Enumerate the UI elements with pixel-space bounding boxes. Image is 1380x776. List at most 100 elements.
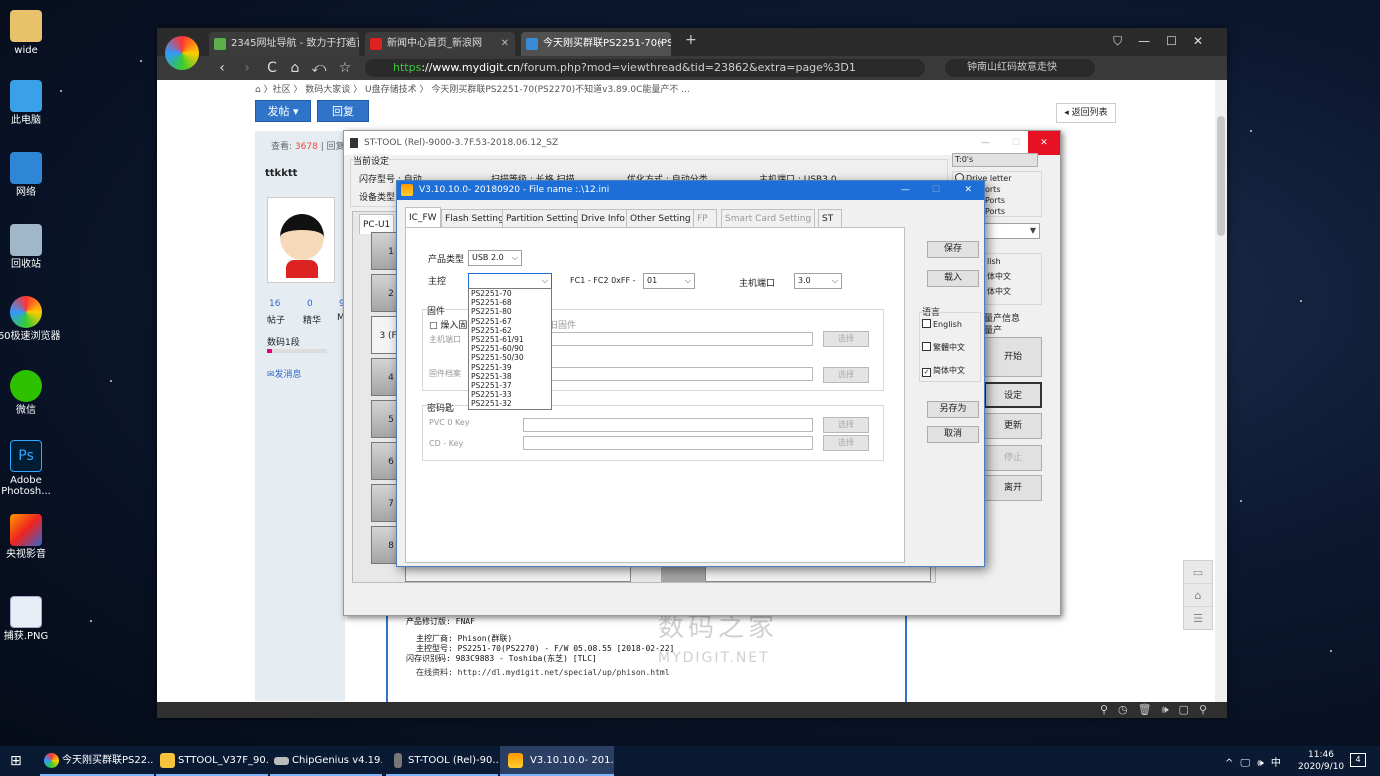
username[interactable]: ttkktt <box>265 168 297 179</box>
controller-option[interactable]: PS2251-50/30 <box>471 353 551 362</box>
select-fw-file-button[interactable]: 选择 <box>823 367 869 383</box>
lang-option[interactable]: lish <box>987 254 1041 269</box>
fc-select[interactable]: 01 ⌵ <box>643 273 695 289</box>
load-firmware-checkbox[interactable]: □ 燥入固 <box>429 318 467 331</box>
save-as-button[interactable]: 另存为 <box>927 401 979 418</box>
search-input[interactable]: 钟南山红码故意走快 <box>945 59 1095 77</box>
desktop-icon-wechat[interactable]: 微信 <box>0 370 62 416</box>
minimize-button[interactable]: — <box>981 131 990 155</box>
host-port-select[interactable]: 3.0 ⌵ <box>794 273 842 289</box>
tab-st[interactable]: ST <box>818 209 842 227</box>
controller-option[interactable]: PS2251-33 <box>471 390 551 399</box>
tab-mydigit[interactable]: 今天刚买群联PS2251-70(PS2 ✕ <box>521 32 671 56</box>
product-type-select[interactable]: USB 2.0 ⌵ <box>468 250 522 266</box>
controller-option[interactable]: PS2251-39 <box>471 363 551 372</box>
taskbar-item-chipgenius[interactable]: ChipGenius v4.19.... <box>270 746 382 776</box>
controller-option[interactable]: PS2251-70 <box>471 289 551 298</box>
sttool-dropdown[interactable]: ▼ <box>984 223 1040 239</box>
traditional-chinese-checkbox[interactable]: 繁體中文 <box>922 336 980 359</box>
close-icon[interactable]: ✕ <box>345 32 353 56</box>
system-tray[interactable]: ^ 🖵 🕪 中 <box>1225 754 1283 769</box>
back-to-list-button[interactable]: ◂ 返回列表 <box>1056 103 1116 123</box>
minimize-button[interactable]: — <box>1138 34 1166 48</box>
select-cd-key-button[interactable]: 选择 <box>823 435 869 451</box>
save-button[interactable]: 保存 <box>927 241 979 258</box>
desktop-icon-recycle-bin[interactable]: 回收站 <box>0 224 62 270</box>
minimize-button[interactable]: — <box>901 181 910 200</box>
controller-option[interactable]: PS2251-38 <box>471 372 551 381</box>
controller-option[interactable]: PS2251-61/91 <box>471 335 551 344</box>
desktop-icon-360-browser[interactable]: 360极速浏览器 <box>0 296 62 342</box>
tab-pc-u1[interactable]: PC-U1 <box>359 214 395 234</box>
lang-option[interactable]: 体中文 <box>987 269 1041 284</box>
taskbar-item-browser[interactable]: 今天刚买群联PS22... <box>40 746 154 776</box>
status-icons[interactable]: ⚲◷🗑🕪▢⚲ <box>1100 703 1217 716</box>
controller-option[interactable]: PS2251-67 <box>471 317 551 326</box>
tab-drive-info[interactable]: Drive Info <box>577 209 629 227</box>
taskbar-item-sttool-folder[interactable]: STTOOL_V37F_90... <box>156 746 268 776</box>
desktop-icon-cctv[interactable]: 央视影音 <box>0 514 62 560</box>
tab-sina[interactable]: 新闻中心首页_新浪网 ✕ <box>365 32 515 56</box>
lang-option[interactable]: 体中文 <box>987 284 1041 299</box>
pvc-key-field[interactable] <box>523 418 813 432</box>
tab-ic-fw[interactable]: IC_FW <box>405 207 441 227</box>
windows-start-icon[interactable]: ⊞ <box>10 753 22 769</box>
close-icon[interactable]: ✕ <box>657 32 665 56</box>
controller-option[interactable]: PS2251-62 <box>471 326 551 335</box>
close-button[interactable]: ✕ <box>1028 131 1060 155</box>
maximize-button[interactable]: ☐ <box>1012 131 1020 155</box>
desktop-icon-user[interactable]: wide <box>0 10 62 56</box>
fw-host-port-field[interactable] <box>523 332 813 346</box>
close-window-button[interactable]: ✕ <box>1193 34 1219 48</box>
url-field[interactable]: https://www.mydigit.cn/forum.php?mod=vie… <box>365 59 925 77</box>
mp-label[interactable]: 量产 <box>984 323 1002 336</box>
tab-2345[interactable]: 2345网址导航 - 致力于打造百 ✕ <box>209 32 359 56</box>
taskbar-item-sttool[interactable]: ST-TOOL (Rel)-90... <box>386 746 498 776</box>
controller-option[interactable]: PS2251-32 <box>471 399 551 408</box>
scrollbar-thumb[interactable] <box>1217 116 1225 236</box>
desktop-icon-this-pc[interactable]: 此电脑 <box>0 80 62 126</box>
desktop-icon-capture-png[interactable]: 捕获.PNG <box>0 596 62 642</box>
english-checkbox[interactable]: English <box>922 313 980 336</box>
stat-digest-value[interactable]: 0 <box>307 299 313 309</box>
tab-other-setting[interactable]: Other Setting <box>626 209 695 227</box>
avatar[interactable] <box>267 197 335 283</box>
back-to-top-icon[interactable]: ⌂ <box>1184 584 1212 607</box>
close-button[interactable]: ✕ <box>964 181 972 200</box>
controller-select[interactable]: ⌵ <box>468 273 552 289</box>
new-tab-button[interactable]: + <box>685 32 697 48</box>
stop-button[interactable]: 停止 <box>984 445 1042 471</box>
reply-button[interactable]: 回复 <box>317 100 369 122</box>
taskbar-item-v3[interactable]: V3.10.10.0- 201... <box>500 746 614 776</box>
cd-key-field[interactable] <box>523 436 813 450</box>
tab-flash-setting[interactable]: Flash Setting <box>441 209 508 227</box>
forward-button[interactable]: › <box>237 58 257 78</box>
maximize-button[interactable]: ☐ <box>932 181 940 200</box>
comment-icon[interactable]: ▭ <box>1184 561 1212 584</box>
fw-file-field[interactable] <box>523 367 813 381</box>
tab-fp[interactable]: FP <box>693 209 717 227</box>
post-link[interactable]: 在线资料: http://dl.mydigit.net/special/up/p… <box>406 668 887 678</box>
controller-option[interactable]: PS2251-68 <box>471 298 551 307</box>
list-icon[interactable]: ☰ <box>1184 607 1212 630</box>
select-fw-host-button[interactable]: 选择 <box>823 331 869 347</box>
controller-option[interactable]: PS2251-60/90 <box>471 344 551 353</box>
refresh-button[interactable]: 更新 <box>984 413 1042 439</box>
desktop-icon-photoshop[interactable]: Ps Adobe Photosh... <box>0 440 62 497</box>
load-button[interactable]: 载入 <box>927 270 979 287</box>
notification-icon[interactable]: 4 <box>1350 753 1366 767</box>
clock[interactable]: 11:46 2020/9/10 <box>1298 749 1344 773</box>
select-pvc-key-button[interactable]: 选择 <box>823 417 869 433</box>
shirt-icon[interactable]: ⛉ <box>1113 34 1138 48</box>
desktop-icon-network[interactable]: 网络 <box>0 152 62 198</box>
breadcrumb[interactable]: ⌂ 〉社区 〉 数码大家谈 〉 U盘存储技术 〉 今天刚买群联PS2251-70… <box>255 82 690 95</box>
bookmark-star-button[interactable]: ☆ <box>335 58 355 78</box>
exit-button[interactable]: 离开 <box>984 475 1042 501</box>
tab-smart-card-setting[interactable]: Smart Card Setting <box>721 209 816 227</box>
controller-option[interactable]: PS2251-80 <box>471 307 551 316</box>
undo-close-button[interactable]: ⤺ <box>309 58 329 78</box>
stat-posts-value[interactable]: 16 <box>269 299 280 309</box>
simplified-chinese-checkbox[interactable]: ✓ 简体中文 <box>922 359 980 382</box>
close-icon[interactable]: ✕ <box>501 32 509 56</box>
controller-dropdown-list[interactable]: PS2251-70 PS2251-68 PS2251-80 PS2251-67 … <box>468 288 552 410</box>
